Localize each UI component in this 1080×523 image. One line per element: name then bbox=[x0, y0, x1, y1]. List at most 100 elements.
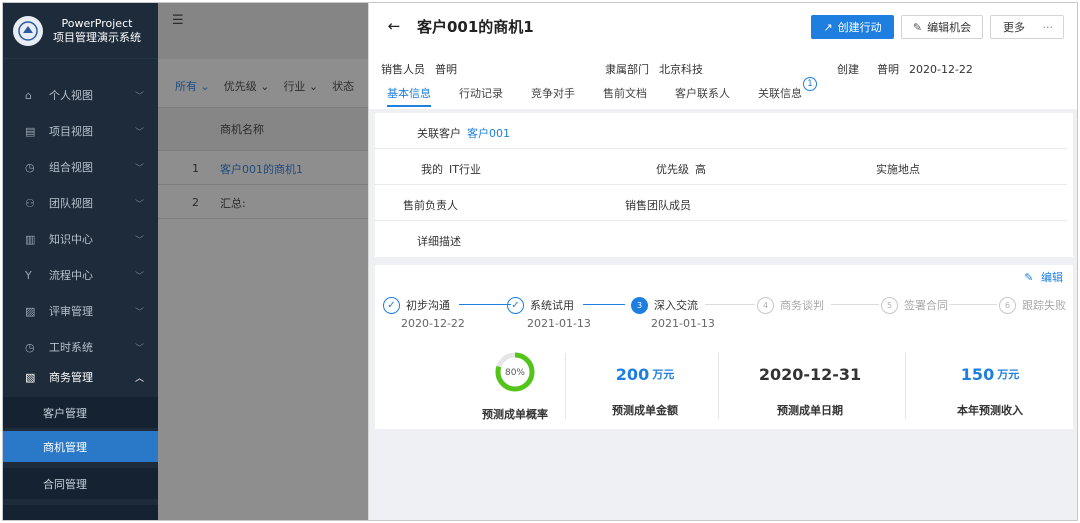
home-icon: ⌂ bbox=[25, 88, 32, 102]
stage-step-1[interactable]: ✓ 初步沟通 bbox=[383, 295, 450, 315]
sidebar-subitem-contract[interactable]: 合同管理 bbox=[3, 468, 158, 499]
stage-step-4[interactable]: 4 商务谈判 bbox=[757, 295, 824, 315]
table-row[interactable]: 1 客户001的商机1 bbox=[158, 153, 368, 185]
tab-customer-contacts[interactable]: 客户联系人 bbox=[675, 85, 730, 107]
stage-step-5[interactable]: 5 签署合同 bbox=[881, 295, 948, 315]
review-icon: ▨ bbox=[25, 304, 36, 318]
check-icon: ✓ bbox=[383, 296, 400, 314]
sidebar-item-knowledge-center[interactable]: ▥ 知识中心 ﹀ bbox=[3, 221, 158, 257]
probability-stat: 80% 预测成单概率 bbox=[435, 350, 595, 425]
more-button[interactable]: 更多 ··· bbox=[990, 15, 1064, 39]
stage-step-3[interactable]: 3 深入交流 bbox=[631, 295, 698, 315]
edit-opportunity-label: 编辑机会 bbox=[927, 21, 972, 34]
annual-revenue-value: 150 万元 bbox=[960, 364, 1020, 384]
sidebar-item-label: 团队视图 bbox=[49, 197, 93, 210]
stage-step-2[interactable]: ✓ 系统试用 bbox=[507, 295, 574, 315]
opportunity-link[interactable]: 客户001的商机1 bbox=[220, 161, 303, 177]
sidebar-item-team-view[interactable]: ⚇ 团队视图 ﹀ bbox=[3, 185, 158, 221]
stat-divider bbox=[905, 353, 906, 419]
filter-all[interactable]: 所有 ⌄ bbox=[175, 78, 210, 94]
app-name: PowerProject 项目管理演示系统 bbox=[53, 17, 141, 45]
tab-basic-info[interactable]: 基本信息 bbox=[387, 85, 431, 107]
mine-field: 我的 IT行业 bbox=[421, 161, 481, 177]
sidebar-item-process-center[interactable]: Y 流程中心 ﹀ bbox=[3, 257, 158, 293]
back-arrow-icon[interactable]: ← bbox=[383, 15, 405, 37]
created-by-value: 普明 bbox=[877, 63, 899, 76]
tab-action-records[interactable]: 行动记录 bbox=[459, 85, 503, 107]
opportunity-detail-drawer: ← 客户001的商机1 ↗ 创建行动 ✎ 编辑机会 更多 ··· 销售人员 普明 … bbox=[368, 3, 1077, 520]
sidebar-item-portfolio-view[interactable]: ◷ 组合视图 ﹀ bbox=[3, 149, 158, 185]
stat-divider bbox=[718, 353, 719, 419]
presales-owner-label: 售前负责人 bbox=[403, 199, 458, 212]
stat-divider bbox=[565, 353, 566, 419]
table-row-summary: 2 汇总: bbox=[158, 187, 368, 219]
edit-stage-label: 编辑 bbox=[1041, 271, 1063, 284]
department-field: 隶属部门 北京科技 bbox=[605, 61, 703, 77]
stage-name: 商务谈判 bbox=[780, 299, 824, 312]
sidebar-item-review-management[interactable]: ▨ 评审管理 ﹀ bbox=[3, 293, 158, 329]
mine-label: 我的 bbox=[421, 163, 443, 176]
stage-step-6[interactable]: 6 跟踪失败 bbox=[999, 295, 1066, 315]
app-name-line1: PowerProject bbox=[61, 16, 133, 30]
list-toolbar: ☰ bbox=[158, 3, 368, 59]
check-icon: ✓ bbox=[507, 296, 524, 314]
tab-competitors[interactable]: 竞争对手 bbox=[531, 85, 575, 107]
chevron-down-icon: ﹀ bbox=[134, 127, 144, 138]
stage-name: 深入交流 bbox=[654, 299, 698, 312]
related-customer-link[interactable]: 客户001 bbox=[467, 127, 510, 140]
priority-label: 优先级 bbox=[656, 163, 689, 176]
page-title: 客户001的商机1 bbox=[417, 18, 534, 36]
department-value: 北京科技 bbox=[659, 63, 703, 76]
detail-tabs: 基本信息 行动记录 竞争对手 售前文档 客户联系人 关联信息 1 bbox=[387, 77, 830, 107]
edit-opportunity-button[interactable]: ✎ 编辑机会 bbox=[901, 15, 983, 39]
info-row: 售前负责人 销售团队成员 bbox=[375, 185, 1067, 221]
tab-presales-docs[interactable]: 售前文档 bbox=[603, 85, 647, 107]
sidebar-item-label: 组合视图 bbox=[49, 161, 93, 174]
sidebar-item-personal-view[interactable]: ⌂ 个人视图 ﹀ bbox=[3, 77, 158, 113]
flow-icon: Y bbox=[25, 268, 32, 282]
sidebar-subitem-label: 合同管理 bbox=[43, 477, 87, 491]
step-connector bbox=[583, 304, 625, 305]
chevron-down-icon: ﹀ bbox=[134, 343, 144, 354]
logo-icon bbox=[13, 15, 43, 46]
description-field: 详细描述 bbox=[417, 233, 461, 249]
more-dots-icon: ··· bbox=[1042, 20, 1054, 34]
sales-team-field: 销售团队成员 bbox=[625, 197, 691, 213]
row-number: 2 bbox=[192, 196, 199, 209]
sidebar-item-project-view[interactable]: ▤ 项目视图 ﹀ bbox=[3, 113, 158, 149]
probability-label: 预测成单概率 bbox=[482, 408, 548, 421]
team-icon: ⚇ bbox=[25, 196, 35, 210]
tab-related-info[interactable]: 关联信息 1 bbox=[758, 77, 817, 107]
sales-team-label: 销售团队成员 bbox=[625, 199, 691, 212]
chevron-down-icon: ﹀ bbox=[134, 235, 144, 246]
book-icon: ▥ bbox=[25, 232, 36, 246]
description-label: 详细描述 bbox=[417, 235, 461, 248]
edit-stage-link[interactable]: ✎ 编辑 bbox=[1024, 269, 1063, 285]
sidebar-item-business-management[interactable]: ▧ 商务管理 ︿ bbox=[3, 359, 158, 395]
chevron-down-icon: ﹀ bbox=[134, 199, 144, 210]
amount-label: 预测成单金额 bbox=[612, 404, 678, 417]
salesperson-value: 普明 bbox=[435, 63, 457, 76]
stage-name: 跟踪失败 bbox=[1022, 299, 1066, 312]
presales-owner-field: 售前负责人 bbox=[403, 197, 458, 213]
detail-header: ← 客户001的商机1 ↗ 创建行动 ✎ 编辑机会 更多 ··· 销售人员 普明 … bbox=[369, 3, 1077, 109]
step-number: 6 bbox=[999, 296, 1016, 314]
filter-priority[interactable]: 优先级 ⌄ bbox=[224, 78, 270, 94]
filter-status[interactable]: 状态 bbox=[332, 78, 354, 94]
document-icon: ▧ bbox=[25, 370, 36, 384]
filter-industry[interactable]: 行业 ⌄ bbox=[283, 78, 318, 94]
annual-revenue-stat: 150 万元 本年预测收入 bbox=[915, 350, 1065, 425]
tab-count-badge: 1 bbox=[803, 77, 817, 91]
salesperson-label: 销售人员 bbox=[381, 63, 425, 76]
sidebar-subitem-customer[interactable]: 客户管理 bbox=[3, 397, 158, 428]
filter-bar: 所有 ⌄ 优先级 ⌄ 行业 ⌄ 状态 bbox=[158, 73, 368, 99]
step-connector bbox=[705, 304, 755, 305]
create-action-button[interactable]: ↗ 创建行动 bbox=[811, 15, 894, 39]
sidebar-subitem-opportunity[interactable]: 商机管理 bbox=[3, 431, 158, 462]
opportunity-list-panel: ☰ 所有 ⌄ 优先级 ⌄ 行业 ⌄ 状态 商机名称 1 客户001的商机1 2 … bbox=[158, 3, 368, 520]
stage-date: 2021-01-13 bbox=[527, 317, 591, 330]
step-number: 3 bbox=[631, 296, 648, 314]
sidebar: PowerProject 项目管理演示系统 ⌂ 个人视图 ﹀ ▤ 项目视图 ﹀ … bbox=[3, 3, 158, 520]
menu-collapse-icon[interactable]: ☰ bbox=[172, 13, 184, 28]
sidebar-item-label: 流程中心 bbox=[49, 269, 93, 282]
